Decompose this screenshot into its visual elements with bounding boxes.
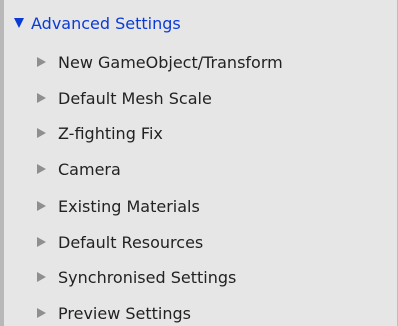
triangle-right-icon (37, 93, 46, 103)
triangle-right-icon (37, 272, 46, 282)
triangle-right-icon (37, 237, 46, 247)
foldout-label: Default Mesh Scale (58, 88, 212, 108)
foldout-label: Existing Materials (58, 196, 200, 216)
foldout-default-mesh-scale[interactable]: Default Mesh Scale (37, 85, 212, 111)
foldout-label: Camera (58, 159, 121, 179)
triangle-down-icon (14, 18, 24, 28)
triangle-right-icon (37, 57, 46, 67)
foldout-synchronised-settings[interactable]: Synchronised Settings (37, 264, 236, 290)
foldout-label: New GameObject/Transform (58, 52, 283, 72)
foldout-label: Z-fighting Fix (58, 123, 163, 143)
foldout-existing-materials[interactable]: Existing Materials (37, 193, 200, 219)
foldout-label: Preview Settings (58, 303, 191, 323)
triangle-right-icon (37, 164, 46, 174)
foldout-default-resources[interactable]: Default Resources (37, 229, 203, 255)
triangle-right-icon (37, 128, 46, 138)
foldout-new-gameobject-transform[interactable]: New GameObject/Transform (37, 49, 283, 75)
advanced-settings-foldout-header[interactable]: Advanced Settings (14, 10, 181, 36)
foldout-label: Synchronised Settings (58, 267, 237, 287)
foldout-z-fighting-fix[interactable]: Z-fighting Fix (37, 120, 163, 146)
triangle-right-icon (37, 308, 46, 318)
settings-panel: Advanced Settings New GameObject/Transfo… (4, 0, 398, 326)
advanced-settings-label: Advanced Settings (31, 13, 181, 33)
foldout-label: Default Resources (58, 232, 204, 252)
triangle-right-icon (37, 201, 46, 211)
foldout-camera[interactable]: Camera (37, 156, 121, 182)
foldout-preview-settings[interactable]: Preview Settings (37, 300, 191, 326)
